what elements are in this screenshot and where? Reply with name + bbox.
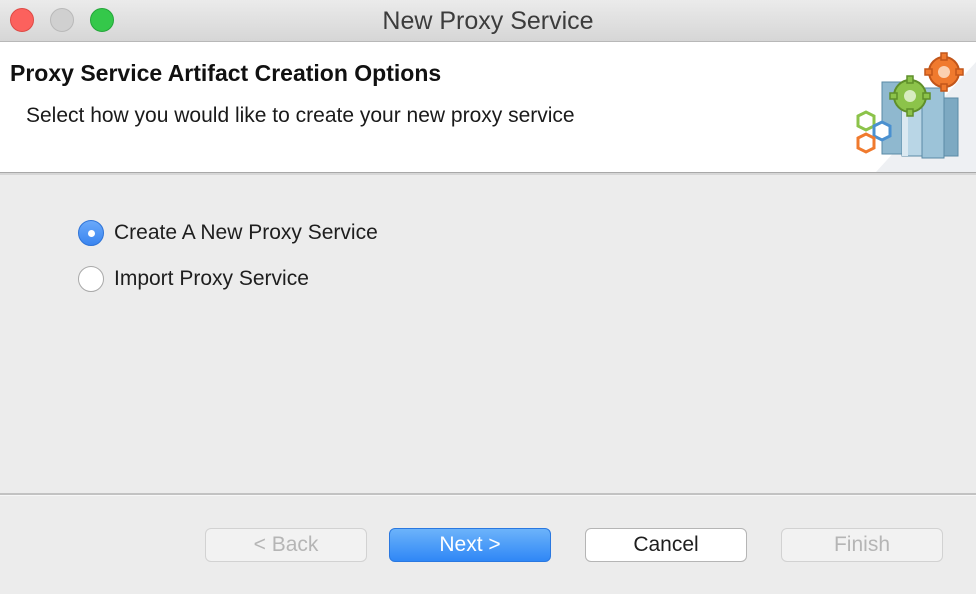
option-create-new-proxy[interactable]: Create A New Proxy Service [78,218,378,248]
banner-divider [0,173,976,175]
title-bar: New Proxy Service [0,0,976,42]
window-title: New Proxy Service [382,7,594,35]
banner-title: Proxy Service Artifact Creation Options [10,60,442,86]
option-label: Import Proxy Service [114,267,309,290]
radio-button-unselected[interactable] [78,266,104,292]
option-import-proxy[interactable]: Import Proxy Service [78,264,378,294]
footer-divider-highlight [0,495,976,496]
banner-description: Select how you would like to create your… [26,104,575,127]
finish-button[interactable]: Finish [781,528,943,562]
next-button[interactable]: Next > [389,528,551,562]
wizard-banner: Proxy Service Artifact Creation Options … [0,42,976,173]
option-label: Create A New Proxy Service [114,221,378,244]
radio-button-selected[interactable] [78,220,104,246]
cancel-button[interactable]: Cancel [585,528,747,562]
gears-servers-icon [856,52,976,172]
back-button[interactable]: < Back [205,528,367,562]
creation-options-group: Create A New Proxy Service Import Proxy … [78,218,378,310]
